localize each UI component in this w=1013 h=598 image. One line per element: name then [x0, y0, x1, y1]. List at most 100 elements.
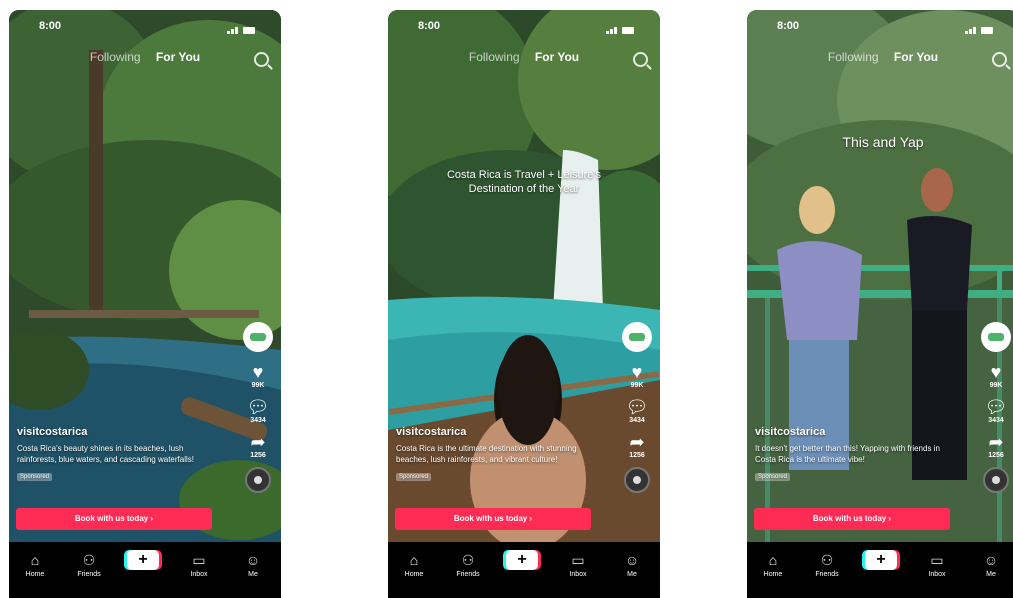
- search-icon[interactable]: [992, 52, 1007, 67]
- nav-me-label: Me: [627, 571, 637, 578]
- tab-following[interactable]: Following: [90, 50, 141, 64]
- video-overlay-text: Costa Rica is Travel + Leisure's Destina…: [446, 169, 602, 195]
- sponsored-badge: Sponsored: [755, 473, 791, 481]
- create-button[interactable]: +: [127, 550, 159, 570]
- creator-avatar[interactable]: [243, 322, 273, 352]
- comment-button[interactable]: 💬︎ 3434: [979, 397, 1013, 424]
- home-icon: ⌂: [409, 552, 419, 568]
- caption: visitcostarica Costa Rica's beauty shine…: [17, 426, 217, 483]
- nav-me[interactable]: ☺ Me: [231, 552, 275, 578]
- tab-for-you[interactable]: For You: [156, 50, 200, 64]
- nav-friends-label: Friends: [77, 571, 101, 578]
- tab-following[interactable]: Following: [469, 50, 520, 64]
- share-button[interactable]: ➦ 1256: [620, 432, 654, 459]
- book-cta-button[interactable]: Book with us today ›: [395, 508, 591, 530]
- username[interactable]: visitcostarica: [755, 426, 955, 438]
- like-button[interactable]: ♥ 99K: [620, 362, 654, 389]
- nav-inbox[interactable]: ▭ Inbox: [915, 552, 959, 578]
- username[interactable]: visitcostarica: [17, 426, 217, 438]
- comment-button[interactable]: 💬︎ 3434: [620, 397, 654, 424]
- inbox-icon: ▭: [930, 552, 944, 568]
- tab-for-you[interactable]: For You: [894, 50, 938, 64]
- book-cta-button[interactable]: Book with us today ›: [754, 508, 950, 530]
- signal-battery-icon: [606, 22, 646, 34]
- nav-inbox-label: Inbox: [569, 571, 587, 578]
- nav-me-label: Me: [248, 571, 258, 578]
- profile-icon: ☺: [983, 552, 999, 568]
- comment-count: 3434: [250, 417, 266, 424]
- signal-battery-icon: [965, 22, 1005, 34]
- nav-home[interactable]: ⌂ Home: [13, 552, 57, 578]
- bottom-nav: ⌂ Home ⚇ Friends + ▭ Inbox ☺ Me: [388, 542, 660, 598]
- username[interactable]: visitcostarica: [396, 426, 596, 438]
- description: It doesn't get better than this! Yapping…: [755, 444, 940, 464]
- home-icon: ⌂: [768, 552, 778, 568]
- share-icon: ➦: [988, 432, 1004, 452]
- comment-count: 3434: [988, 417, 1004, 424]
- comment-count: 3434: [629, 417, 645, 424]
- nav-inbox[interactable]: ▭ Inbox: [177, 552, 221, 578]
- creator-avatar[interactable]: [622, 322, 652, 352]
- like-button[interactable]: ♥ 99K: [979, 362, 1013, 389]
- comment-icon: 💬︎: [625, 397, 649, 417]
- nav-inbox[interactable]: ▭ Inbox: [556, 552, 600, 578]
- status-time: 8:00: [418, 20, 441, 32]
- nav-friends[interactable]: ⚇ Friends: [446, 552, 490, 578]
- caption: visitcostarica Costa Rica is the ultimat…: [396, 426, 596, 483]
- comment-icon: 💬︎: [246, 397, 270, 417]
- search-icon[interactable]: [254, 52, 269, 67]
- share-button[interactable]: ➦ 1256: [979, 432, 1013, 459]
- nav-inbox-label: Inbox: [190, 571, 208, 578]
- nav-home[interactable]: ⌂ Home: [392, 552, 436, 578]
- search-icon[interactable]: [633, 52, 648, 67]
- heart-icon: ♥: [631, 362, 643, 382]
- profile-icon: ☺: [624, 552, 640, 568]
- bottom-nav: ⌂ Home ⚇ Friends + ▭ Inbox ☺ Me: [9, 542, 281, 598]
- friends-icon: ⚇: [461, 552, 475, 568]
- nav-home[interactable]: ⌂ Home: [751, 552, 795, 578]
- feed-tabs: Following For You: [747, 50, 1013, 68]
- home-icon: ⌂: [30, 552, 40, 568]
- phone-screen-3: 8:00 Following For You This and Yap ♥ 99K…: [747, 10, 1013, 598]
- nav-inbox-label: Inbox: [928, 571, 946, 578]
- music-disc-icon[interactable]: [624, 467, 650, 493]
- share-button[interactable]: ➦ 1256: [241, 432, 275, 459]
- creator-avatar[interactable]: [981, 322, 1011, 352]
- nav-friends[interactable]: ⚇ Friends: [67, 552, 111, 578]
- music-disc-icon[interactable]: [983, 467, 1009, 493]
- nav-me[interactable]: ☺ Me: [969, 552, 1013, 578]
- action-rail: ♥ 99K 💬︎ 3434 ➦ 1256: [620, 322, 654, 493]
- nav-home-label: Home: [404, 571, 424, 578]
- heart-icon: ♥: [252, 362, 264, 382]
- like-count: 99K: [251, 382, 265, 389]
- signal-battery-icon: [227, 22, 267, 34]
- heart-icon: ♥: [990, 362, 1002, 382]
- like-button[interactable]: ♥ 99K: [241, 362, 275, 389]
- create-button[interactable]: +: [865, 550, 897, 570]
- phone-screen-2: 8:00 Following For You Costa Rica is Tra…: [388, 10, 660, 598]
- status-bar: 8:00: [9, 18, 281, 34]
- status-time: 8:00: [777, 20, 800, 32]
- share-icon: ➦: [629, 432, 645, 452]
- friends-icon: ⚇: [82, 552, 96, 568]
- book-cta-button[interactable]: Book with us today ›: [16, 508, 212, 530]
- nav-me[interactable]: ☺ Me: [610, 552, 654, 578]
- inbox-icon: ▭: [571, 552, 585, 568]
- nav-friends-label: Friends: [815, 571, 839, 578]
- status-bar: 8:00: [388, 18, 660, 34]
- description: Costa Rica is the ultimate destination w…: [396, 444, 577, 464]
- share-count: 1256: [250, 452, 266, 459]
- create-button[interactable]: +: [506, 550, 538, 570]
- description: Costa Rica's beauty shines in its beache…: [17, 444, 194, 464]
- like-count: 99K: [989, 382, 1003, 389]
- share-icon: ➦: [250, 432, 266, 452]
- inbox-icon: ▭: [192, 552, 206, 568]
- comment-button[interactable]: 💬︎ 3434: [241, 397, 275, 424]
- nav-friends-label: Friends: [456, 571, 480, 578]
- music-disc-icon[interactable]: [245, 467, 271, 493]
- nav-friends[interactable]: ⚇ Friends: [805, 552, 849, 578]
- tab-following[interactable]: Following: [828, 50, 879, 64]
- like-count: 99K: [630, 382, 644, 389]
- tab-for-you[interactable]: For You: [535, 50, 579, 64]
- comment-icon: 💬︎: [984, 397, 1008, 417]
